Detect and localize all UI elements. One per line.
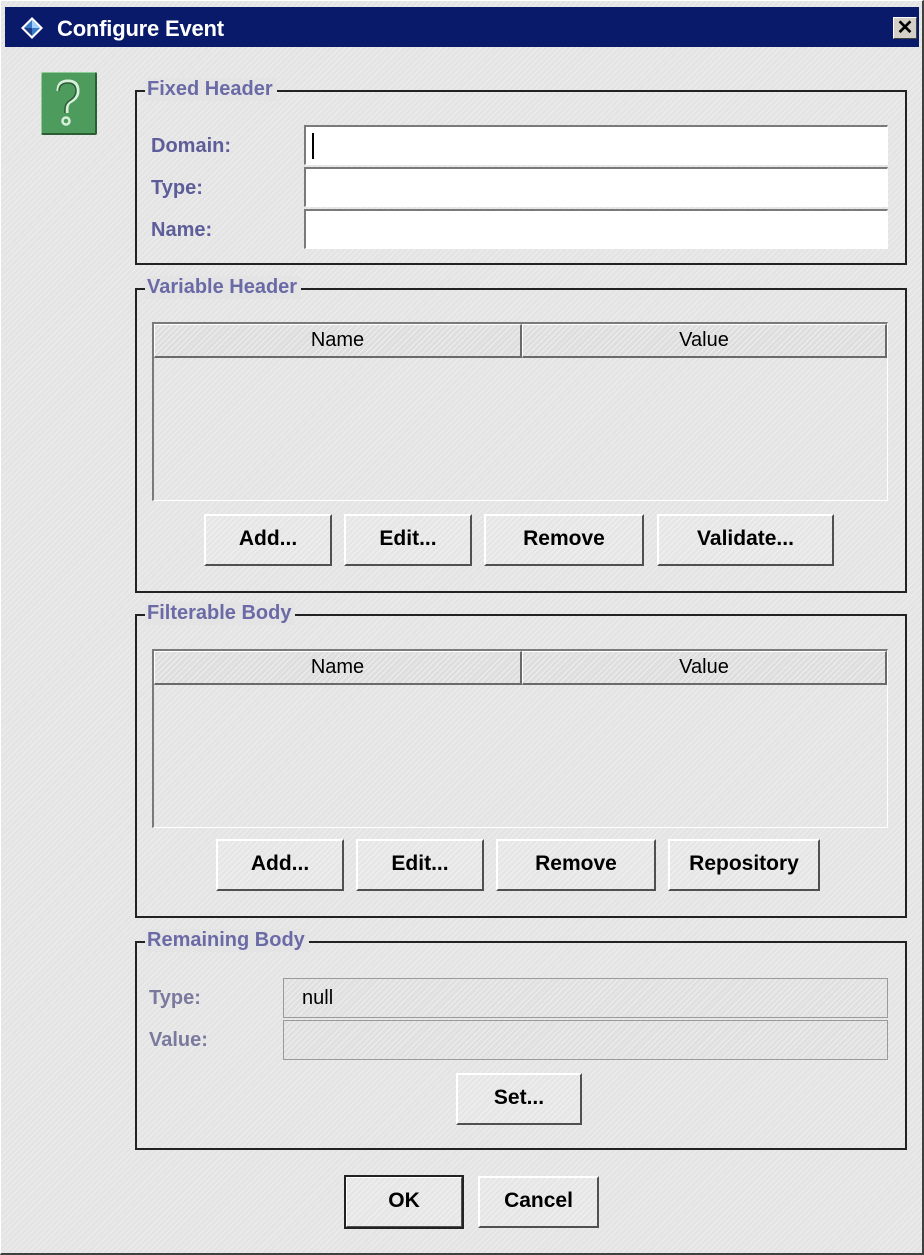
- title-bar[interactable]: Configure Event ✕: [5, 7, 919, 47]
- cancel-button[interactable]: Cancel: [478, 1176, 599, 1228]
- filterable-edit-button[interactable]: Edit...: [356, 839, 484, 891]
- configure-event-dialog: Configure Event ✕ Fixed Header Domain: T…: [0, 0, 924, 1255]
- repository-button[interactable]: Repository: [668, 839, 820, 891]
- variable-header-legend: Variable Header: [145, 276, 302, 299]
- column-header-value[interactable]: Value: [522, 324, 887, 358]
- variable-remove-button[interactable]: Remove: [484, 514, 644, 566]
- filterable-body-table[interactable]: Name Value: [152, 649, 888, 828]
- type-field[interactable]: [304, 167, 888, 207]
- set-button[interactable]: Set...: [456, 1073, 582, 1125]
- type-label: Type:: [151, 177, 203, 199]
- validate-button[interactable]: Validate...: [657, 514, 834, 566]
- filterable-add-button[interactable]: Add...: [216, 839, 344, 891]
- column-header-value[interactable]: Value: [522, 651, 887, 685]
- remaining-body-legend: Remaining Body: [145, 929, 309, 952]
- name-label: Name:: [151, 219, 213, 241]
- domain-label: Domain:: [151, 135, 231, 157]
- variable-add-button[interactable]: Add...: [204, 514, 332, 566]
- column-header-name[interactable]: Name: [154, 651, 522, 685]
- fixed-header-legend: Fixed Header: [145, 78, 277, 101]
- variable-edit-button[interactable]: Edit...: [344, 514, 472, 566]
- ok-button[interactable]: OK: [344, 1175, 464, 1229]
- remaining-type-field: null: [283, 978, 888, 1018]
- remaining-value-field: [283, 1020, 888, 1060]
- domain-field[interactable]: [304, 125, 888, 165]
- remaining-type-label: Type:: [149, 987, 201, 1009]
- column-header-name[interactable]: Name: [154, 324, 522, 358]
- text-caret: [312, 133, 314, 159]
- close-icon[interactable]: ✕: [893, 17, 917, 39]
- filterable-remove-button[interactable]: Remove: [496, 839, 656, 891]
- window-title: Configure Event: [57, 16, 224, 41]
- help-question-icon[interactable]: [41, 72, 97, 135]
- remaining-value-label: Value:: [149, 1029, 208, 1051]
- diamond-app-icon: [21, 17, 43, 39]
- name-field[interactable]: [304, 209, 888, 249]
- variable-header-table[interactable]: Name Value: [152, 322, 888, 501]
- filterable-body-legend: Filterable Body: [145, 602, 296, 625]
